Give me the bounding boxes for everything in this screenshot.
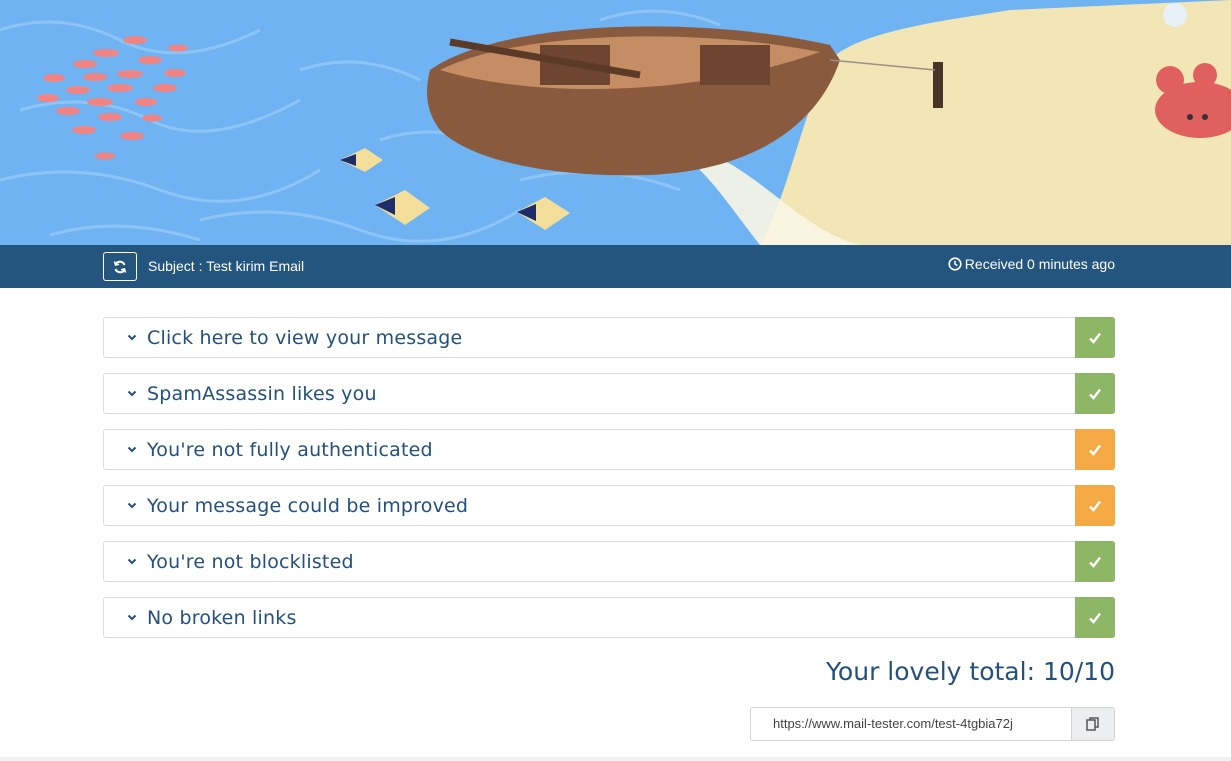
check-icon [1089, 388, 1101, 400]
copy-url-button[interactable] [1071, 707, 1115, 741]
check-icon [1089, 612, 1101, 624]
pass-status-badge [1075, 317, 1115, 358]
check-row-message-improved[interactable]: Your message could be improved [103, 485, 1115, 526]
pass-status-badge [1075, 597, 1115, 638]
result-url-field[interactable]: https://www.mail-tester.com/test-4tgbia7… [750, 707, 1071, 741]
check-row-broken-links[interactable]: No broken links [103, 597, 1115, 638]
check-label: Click here to view your message [147, 327, 463, 349]
refresh-button[interactable] [103, 252, 137, 281]
check-icon [1089, 332, 1101, 344]
chevron-down-icon [127, 390, 137, 397]
warn-status-badge [1075, 429, 1115, 470]
check-label: SpamAssassin likes you [147, 383, 377, 405]
pass-status-badge [1075, 373, 1115, 414]
check-row-spamassassin[interactable]: SpamAssassin likes you [103, 373, 1115, 414]
chevron-down-icon [127, 502, 137, 509]
check-row-authentication[interactable]: You're not fully authenticated [103, 429, 1115, 470]
check-label: Your message could be improved [147, 495, 469, 517]
check-row-view-message[interactable]: Click here to view your message [103, 317, 1115, 358]
clock-icon [948, 257, 962, 271]
chevron-down-icon [127, 614, 137, 621]
check-row-blocklist[interactable]: You're not blocklisted [103, 541, 1115, 582]
subject-bar: Subject : Test kirim Email Received 0 mi… [0, 245, 1231, 288]
check-icon [1089, 556, 1101, 568]
total-score: Your lovely total: 10/10 [825, 657, 1115, 686]
check-list: Click here to view your message SpamAssa… [103, 317, 1115, 653]
footer-strip [0, 757, 1231, 761]
chevron-down-icon [127, 558, 137, 565]
chevron-down-icon [127, 446, 137, 453]
received-time: Received 0 minutes ago [948, 255, 1115, 273]
email-subject: Subject : Test kirim Email [148, 258, 305, 274]
check-label: You're not fully authenticated [147, 439, 433, 461]
check-label: No broken links [147, 607, 297, 629]
refresh-icon [113, 260, 127, 273]
warn-status-badge [1075, 485, 1115, 526]
pass-status-badge [1075, 541, 1115, 582]
check-label: You're not blocklisted [147, 551, 354, 573]
result-url-group: https://www.mail-tester.com/test-4tgbia7… [750, 707, 1115, 741]
check-icon [1089, 500, 1101, 512]
received-label: Received 0 minutes ago [964, 256, 1115, 272]
chevron-down-icon [127, 334, 137, 341]
hero-illustration [0, 0, 1231, 245]
copy-icon [1086, 717, 1099, 731]
check-icon [1089, 444, 1101, 456]
